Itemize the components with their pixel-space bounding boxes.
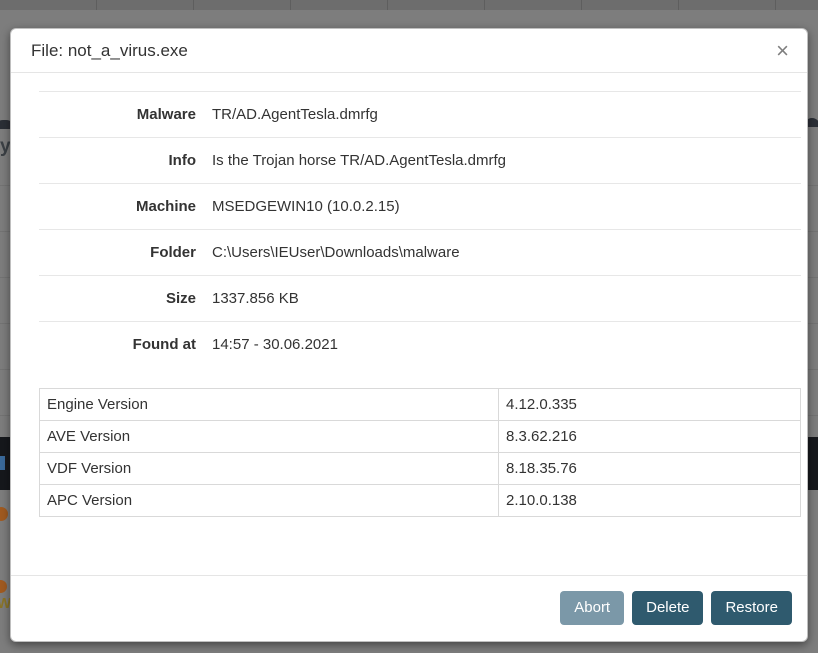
detail-value: TR/AD.AgentTesla.dmrfg [212, 92, 801, 138]
background-blue-fragment [0, 456, 5, 470]
detail-label: Malware [39, 92, 212, 138]
background-orange-dot [0, 507, 8, 521]
table-row: Malware TR/AD.AgentTesla.dmrfg [39, 92, 801, 138]
engine-versions-table: Engine Version 4.12.0.335 AVE Version 8.… [39, 388, 801, 517]
table-row: Found at 14:57 - 30.06.2021 [39, 322, 801, 368]
table-row: Folder C:\Users\IEUser\Downloads\malware [39, 230, 801, 276]
close-icon[interactable]: × [774, 40, 791, 62]
version-label: VDF Version [40, 453, 499, 485]
table-row: VDF Version 8.18.35.76 [40, 453, 801, 485]
detail-label: Machine [39, 184, 212, 230]
version-value: 2.10.0.138 [499, 485, 801, 517]
version-label: AVE Version [40, 421, 499, 453]
detail-value: C:\Users\IEUser\Downloads\malware [212, 230, 801, 276]
detail-label: Folder [39, 230, 212, 276]
table-row: Info Is the Trojan horse TR/AD.AgentTesl… [39, 138, 801, 184]
version-value: 4.12.0.335 [499, 389, 801, 421]
dialog-title: File: not_a_virus.exe [31, 41, 188, 61]
detail-value: Is the Trojan horse TR/AD.AgentTesla.dmr… [212, 138, 801, 184]
dialog-footer: Abort Delete Restore [11, 575, 807, 641]
restore-button[interactable]: Restore [711, 591, 792, 625]
background-orange-dot [0, 580, 7, 593]
detail-label: Found at [39, 322, 212, 368]
background-text-fragment: y [0, 136, 11, 158]
detail-value: 14:57 - 30.06.2021 [212, 322, 801, 368]
table-row: AVE Version 8.3.62.216 [40, 421, 801, 453]
detail-value: 1337.856 KB [212, 276, 801, 322]
dialog-header: File: not_a_virus.exe × [11, 29, 807, 73]
table-row: Size 1337.856 KB [39, 276, 801, 322]
delete-button[interactable]: Delete [632, 591, 703, 625]
version-value: 8.3.62.216 [499, 421, 801, 453]
version-value: 8.18.35.76 [499, 453, 801, 485]
table-row: Machine MSEDGEWIN10 (10.0.2.15) [39, 184, 801, 230]
dialog-body: Malware TR/AD.AgentTesla.dmrfg Info Is t… [11, 73, 807, 545]
malware-file-dialog: File: not_a_virus.exe × Malware TR/AD.Ag… [10, 28, 808, 642]
background-table-header [0, 0, 818, 10]
file-details-table: Malware TR/AD.AgentTesla.dmrfg Info Is t… [39, 91, 801, 367]
detail-label: Size [39, 276, 212, 322]
table-row: APC Version 2.10.0.138 [40, 485, 801, 517]
abort-button[interactable]: Abort [560, 591, 624, 625]
detail-label: Info [39, 138, 212, 184]
detail-value: MSEDGEWIN10 (10.0.2.15) [212, 184, 801, 230]
version-label: APC Version [40, 485, 499, 517]
table-row: Engine Version 4.12.0.335 [40, 389, 801, 421]
version-label: Engine Version [40, 389, 499, 421]
